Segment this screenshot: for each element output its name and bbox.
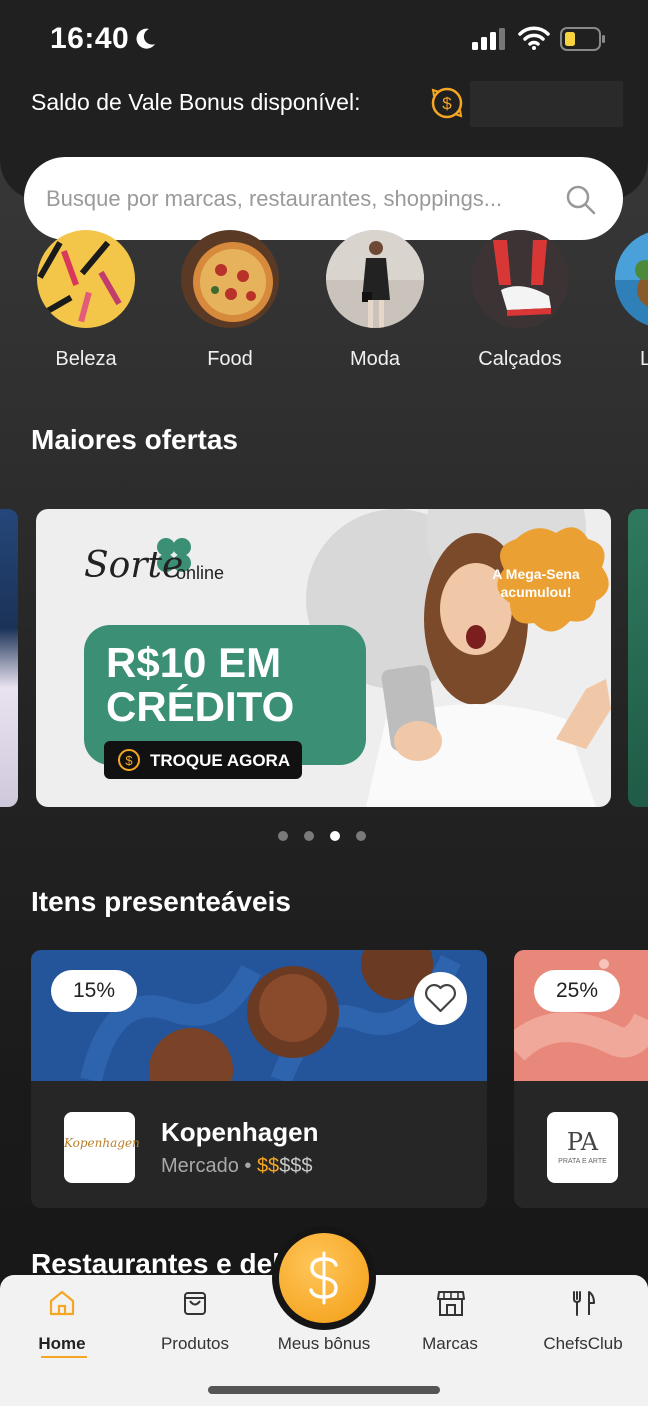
nav-label-meus-bonus: Meus bônus: [277, 1334, 371, 1353]
banner-headline-line2: CRÉDITO: [106, 683, 295, 730]
meus-bonus-fab[interactable]: [279, 1233, 369, 1323]
banner-headline-line1: R$10 EM: [106, 639, 282, 686]
gift-card-kopenhagen[interactable]: 15% Kopenhagen Kopenhagen Mercado • $$$$…: [31, 950, 487, 1208]
carousel-dot[interactable]: [304, 831, 314, 841]
signal-icon: [472, 28, 505, 50]
wifi-icon: [518, 26, 550, 50]
price-level-active: $$: [256, 1155, 280, 1177]
balance-value: [470, 81, 623, 127]
nav-produtos[interactable]: Produtos: [135, 1275, 255, 1375]
brand-name: Kopenhagen: [161, 1117, 319, 1147]
search-input[interactable]: [46, 157, 546, 240]
nav-marcas[interactable]: Marcas: [390, 1275, 510, 1375]
heart-icon: [425, 984, 456, 1013]
category-image-partial: [615, 230, 648, 328]
nav-active-indicator: [41, 1356, 87, 1358]
nav-label-marcas: Marcas: [422, 1334, 478, 1353]
banner-brand-script: Sorte: [84, 545, 184, 586]
discount-badge: 15%: [51, 970, 137, 1012]
brand-logo: Kopenhagen: [64, 1112, 140, 1183]
category-image-beleza: [37, 230, 135, 328]
coin-icon: $: [118, 749, 140, 771]
category-label: Calçados: [478, 348, 562, 370]
battery-icon: [560, 27, 605, 51]
carousel-dot[interactable]: [278, 831, 288, 841]
category-image-food: [181, 230, 279, 328]
app-screen: 16:40 Saldo de Vale Bonus disponível: $: [0, 0, 648, 1406]
carousel-dot[interactable]: [356, 831, 366, 841]
meta-separator: •: [244, 1155, 257, 1177]
brand-category: Mercado: [161, 1155, 239, 1177]
search-bar[interactable]: [24, 157, 623, 240]
category-partial[interactable]: L: [604, 230, 648, 370]
banner-cta-label: TROQUE AGORA: [150, 751, 291, 770]
coin-icon: $: [431, 87, 463, 119]
nav-label-produtos: Produtos: [160, 1334, 230, 1353]
gift-card-prata-e-arte[interactable]: 25% PA PRATA E ARTE: [514, 950, 648, 1208]
utensils-icon: [573, 1291, 595, 1316]
nav-home[interactable]: Home: [2, 1275, 122, 1375]
discount-badge: 25%: [534, 970, 620, 1012]
nav-label-home: Home: [38, 1334, 86, 1353]
carousel-prev-banner[interactable]: [0, 509, 18, 807]
moon-icon: [136, 28, 155, 49]
store-icon: [437, 1291, 465, 1316]
dollar-icon: [309, 1251, 338, 1305]
svg-text:$: $: [125, 753, 133, 768]
category-label: Food: [207, 348, 253, 370]
brand-logo-mark: PA: [566, 1128, 599, 1156]
banner-brand-word: online: [176, 563, 225, 583]
category-calcados[interactable]: Calçados: [460, 230, 580, 370]
brand-logo-text: PRATA E ARTE: [558, 1158, 607, 1165]
search-icon[interactable]: [565, 184, 597, 216]
brand-logo-text: Kopenhagen: [64, 1136, 140, 1150]
category-label: L: [640, 348, 648, 370]
category-moda[interactable]: Moda: [315, 230, 435, 370]
price-level-inactive: $$$: [279, 1155, 313, 1177]
carousel-pagination: [278, 828, 382, 846]
favorite-button[interactable]: [414, 972, 467, 1025]
category-food[interactable]: Food: [170, 230, 290, 370]
status-time: 16:40: [50, 22, 130, 55]
nav-chefsclub[interactable]: ChefsClub: [523, 1275, 643, 1375]
carousel-next-banner[interactable]: [628, 509, 648, 807]
status-bar: 16:40: [0, 0, 648, 80]
balance-label: Saldo de Vale Bonus disponível:: [31, 89, 361, 115]
nav-label-chefsclub: ChefsClub: [543, 1334, 623, 1353]
bag-icon: [184, 1292, 206, 1315]
category-beleza[interactable]: Beleza: [26, 230, 146, 370]
carousel-dot-active[interactable]: [330, 831, 340, 841]
home-indicator: [208, 1386, 440, 1394]
home-icon: [49, 1290, 75, 1316]
offers-section-title: Maiores ofertas: [31, 424, 238, 455]
gifts-section-title: Itens presenteáveis: [31, 886, 291, 917]
category-label: Beleza: [55, 348, 117, 370]
banner-cta-button[interactable]: $ TROQUE AGORA: [104, 741, 302, 779]
category-image-calcados: [471, 230, 569, 328]
category-image-moda: [326, 230, 424, 328]
svg-text:$: $: [442, 94, 452, 113]
promo-banner[interactable]: Sorte online R$10 EM CRÉDITO $ TROQUE AG…: [36, 509, 611, 807]
brand-logo: PA PRATA E ARTE: [547, 1112, 618, 1183]
brand-meta: Mercado • $$$$$: [161, 1155, 313, 1178]
category-label: Moda: [349, 348, 401, 370]
banner-badge-text: A Mega-Sena acumulou!: [492, 566, 580, 600]
